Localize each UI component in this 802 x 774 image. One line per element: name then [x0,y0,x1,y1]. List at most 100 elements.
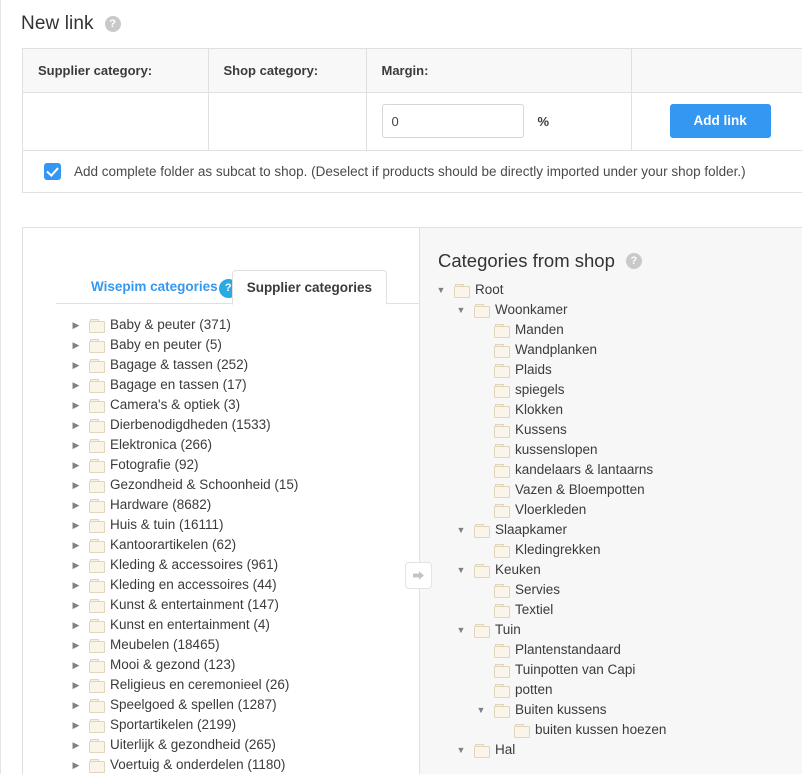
chevron-right-icon[interactable]: ▶ [69,735,83,755]
tree-item[interactable]: ▶Klokken [434,400,802,420]
chevron-right-icon[interactable]: ▶ [69,335,83,355]
tree-item-label[interactable]: Dierbenodigdheden (1533) [110,415,271,435]
tree-item-label[interactable]: Kussens [515,420,567,440]
tree-item[interactable]: ▶Wandplanken [434,340,802,360]
tree-item[interactable]: ▼ Woonkamer [434,300,802,320]
chevron-right-icon[interactable]: ▶ [69,595,83,615]
tree-item-label[interactable]: buiten kussen hoezen [535,720,666,740]
chevron-right-icon[interactable]: ▶ [69,495,83,515]
tree-item-label[interactable]: Kleding en accessoires (44) [110,575,277,595]
tree-item-label[interactable]: Textiel [515,600,553,620]
tree-item-label[interactable]: Uiterlijk & gezondheid (265) [110,735,276,755]
chevron-right-icon[interactable]: ▶ [69,455,83,475]
chevron-right-icon[interactable]: ▶ [69,315,83,335]
tree-item[interactable]: ▶Vloerkleden [434,500,802,520]
tree-item[interactable]: ▼ Root [434,280,802,300]
tree-item[interactable]: ▶Vazen & Bloempotten [434,480,802,500]
tree-item-label[interactable]: Fotografie (92) [110,455,199,475]
tree-item-label[interactable]: Voertuig & onderdelen (1180) [110,755,285,774]
tree-item[interactable]: ▶Kledingrekken [434,540,802,560]
tree-item[interactable]: ▶ Hardware (8682) [69,495,419,515]
move-to-shop-button[interactable] [405,562,432,589]
chevron-right-icon[interactable]: ▶ [69,575,83,595]
chevron-right-icon[interactable]: ▶ [69,755,83,774]
tree-item[interactable]: ▶ Uiterlijk & gezondheid (265) [69,735,419,755]
tree-item[interactable]: ▶ Speelgoed & spellen (1287) [69,695,419,715]
tree-item[interactable]: ▶buiten kussen hoezen [434,720,802,740]
tree-item-label[interactable]: Kantoorartikelen (62) [110,535,236,555]
tree-item-label[interactable]: Root [475,280,504,300]
tree-item-label[interactable]: Religieus en ceremonieel (26) [110,675,289,695]
tree-item-label[interactable]: Vloerkleden [515,500,586,520]
tree-item[interactable]: ▶kandelaars & lantaarns [434,460,802,480]
tree-item[interactable]: ▶ Meubelen (18465) [69,635,419,655]
tree-item-label[interactable]: Woonkamer [495,300,568,320]
chevron-right-icon[interactable]: ▶ [69,395,83,415]
tree-item[interactable]: ▶ Sportartikelen (2199) [69,715,419,735]
tree-item[interactable]: ▶ Fotografie (92) [69,455,419,475]
tree-item-label[interactable]: Kledingrekken [515,540,601,560]
tree-item-label[interactable]: Slaapkamer [495,520,567,540]
chevron-right-icon[interactable]: ▶ [69,515,83,535]
tree-item-label[interactable]: Vazen & Bloempotten [515,480,645,500]
chevron-down-icon[interactable]: ▼ [454,560,468,580]
tree-item-label[interactable]: Plaids [515,360,552,380]
tree-item-label[interactable]: Huis & tuin (16111) [110,515,224,535]
tree-item-label[interactable]: Buiten kussens [515,700,607,720]
tree-item-label[interactable]: Bagage & tassen (252) [110,355,248,375]
chevron-right-icon[interactable]: ▶ [69,695,83,715]
chevron-right-icon[interactable]: ▶ [69,355,83,375]
tree-item-label[interactable]: Kleding & accessoires (961) [110,555,278,575]
tree-item-label[interactable]: Sportartikelen (2199) [110,715,236,735]
tree-item[interactable]: ▶ Kantoorartikelen (62) [69,535,419,555]
tree-item[interactable]: ▶ Bagage en tassen (17) [69,375,419,395]
tree-item[interactable]: ▼ Buiten kussens [434,700,802,720]
chevron-down-icon[interactable]: ▼ [474,700,488,720]
tree-item[interactable]: ▶Plaids [434,360,802,380]
chevron-right-icon[interactable]: ▶ [69,635,83,655]
chevron-right-icon[interactable]: ▶ [69,715,83,735]
tree-item[interactable]: ▶spiegels [434,380,802,400]
add-complete-folder-checkbox[interactable] [44,162,61,180]
tree-item[interactable]: ▶ Kunst & entertainment (147) [69,595,419,615]
chevron-down-icon[interactable]: ▼ [434,280,448,300]
tree-item-label[interactable]: Klokken [515,400,563,420]
chevron-right-icon[interactable]: ▶ [69,435,83,455]
tree-item[interactable]: ▶ Kleding en accessoires (44) [69,575,419,595]
tree-item[interactable]: ▶ Camera's & optiek (3) [69,395,419,415]
tree-item-label[interactable]: Mooi & gezond (123) [110,655,235,675]
tree-item[interactable]: ▶Plantenstandaard [434,640,802,660]
tree-item[interactable]: ▼ Slaapkamer [434,520,802,540]
tree-item-label[interactable]: kussenslopen [515,440,598,460]
tree-item[interactable]: ▶ Kunst en entertainment (4) [69,615,419,635]
chevron-right-icon[interactable]: ▶ [69,615,83,635]
tree-item[interactable]: ▶ Huis & tuin (16111) [69,515,419,535]
chevron-down-icon[interactable]: ▼ [454,520,468,540]
chevron-down-icon[interactable]: ▼ [454,300,468,320]
tree-item[interactable]: ▶Kussens [434,420,802,440]
tree-item-label[interactable]: Bagage en tassen (17) [110,375,247,395]
chevron-right-icon[interactable]: ▶ [69,535,83,555]
tree-item-label[interactable]: potten [515,680,553,700]
tree-item-label[interactable]: kandelaars & lantaarns [515,460,653,480]
tree-item-label[interactable]: Kunst & entertainment (147) [110,595,279,615]
add-link-button[interactable]: Add link [669,104,771,138]
help-circle-icon[interactable]: ? [104,16,121,32]
tree-item-label[interactable]: Manden [515,320,564,340]
tree-item[interactable]: ▶ Bagage & tassen (252) [69,355,419,375]
tree-item-label[interactable]: Tuinpotten van Capi [515,660,635,680]
tree-item[interactable]: ▶ Kleding & accessoires (961) [69,555,419,575]
tree-item[interactable]: ▶Tuinpotten van Capi [434,660,802,680]
tab-wisepim-categories[interactable]: Wisepim categories? [77,270,240,304]
chevron-down-icon[interactable]: ▼ [454,620,468,640]
tree-item[interactable]: ▶Textiel [434,600,802,620]
tree-item-label[interactable]: Kunst en entertainment (4) [110,615,270,635]
tree-item-label[interactable]: Gezondheid & Schoonheid (15) [110,475,298,495]
tab-supplier-categories[interactable]: Supplier categories [231,270,387,305]
tree-item-label[interactable]: Speelgoed & spellen (1287) [110,695,277,715]
tree-item[interactable]: ▶Manden [434,320,802,340]
tree-item[interactable]: ▶ Baby en peuter (5) [69,335,419,355]
tree-item-label[interactable]: Elektronica (266) [110,435,212,455]
tree-item[interactable]: ▶ Voertuig & onderdelen (1180) [69,755,419,774]
chevron-right-icon[interactable]: ▶ [69,555,83,575]
